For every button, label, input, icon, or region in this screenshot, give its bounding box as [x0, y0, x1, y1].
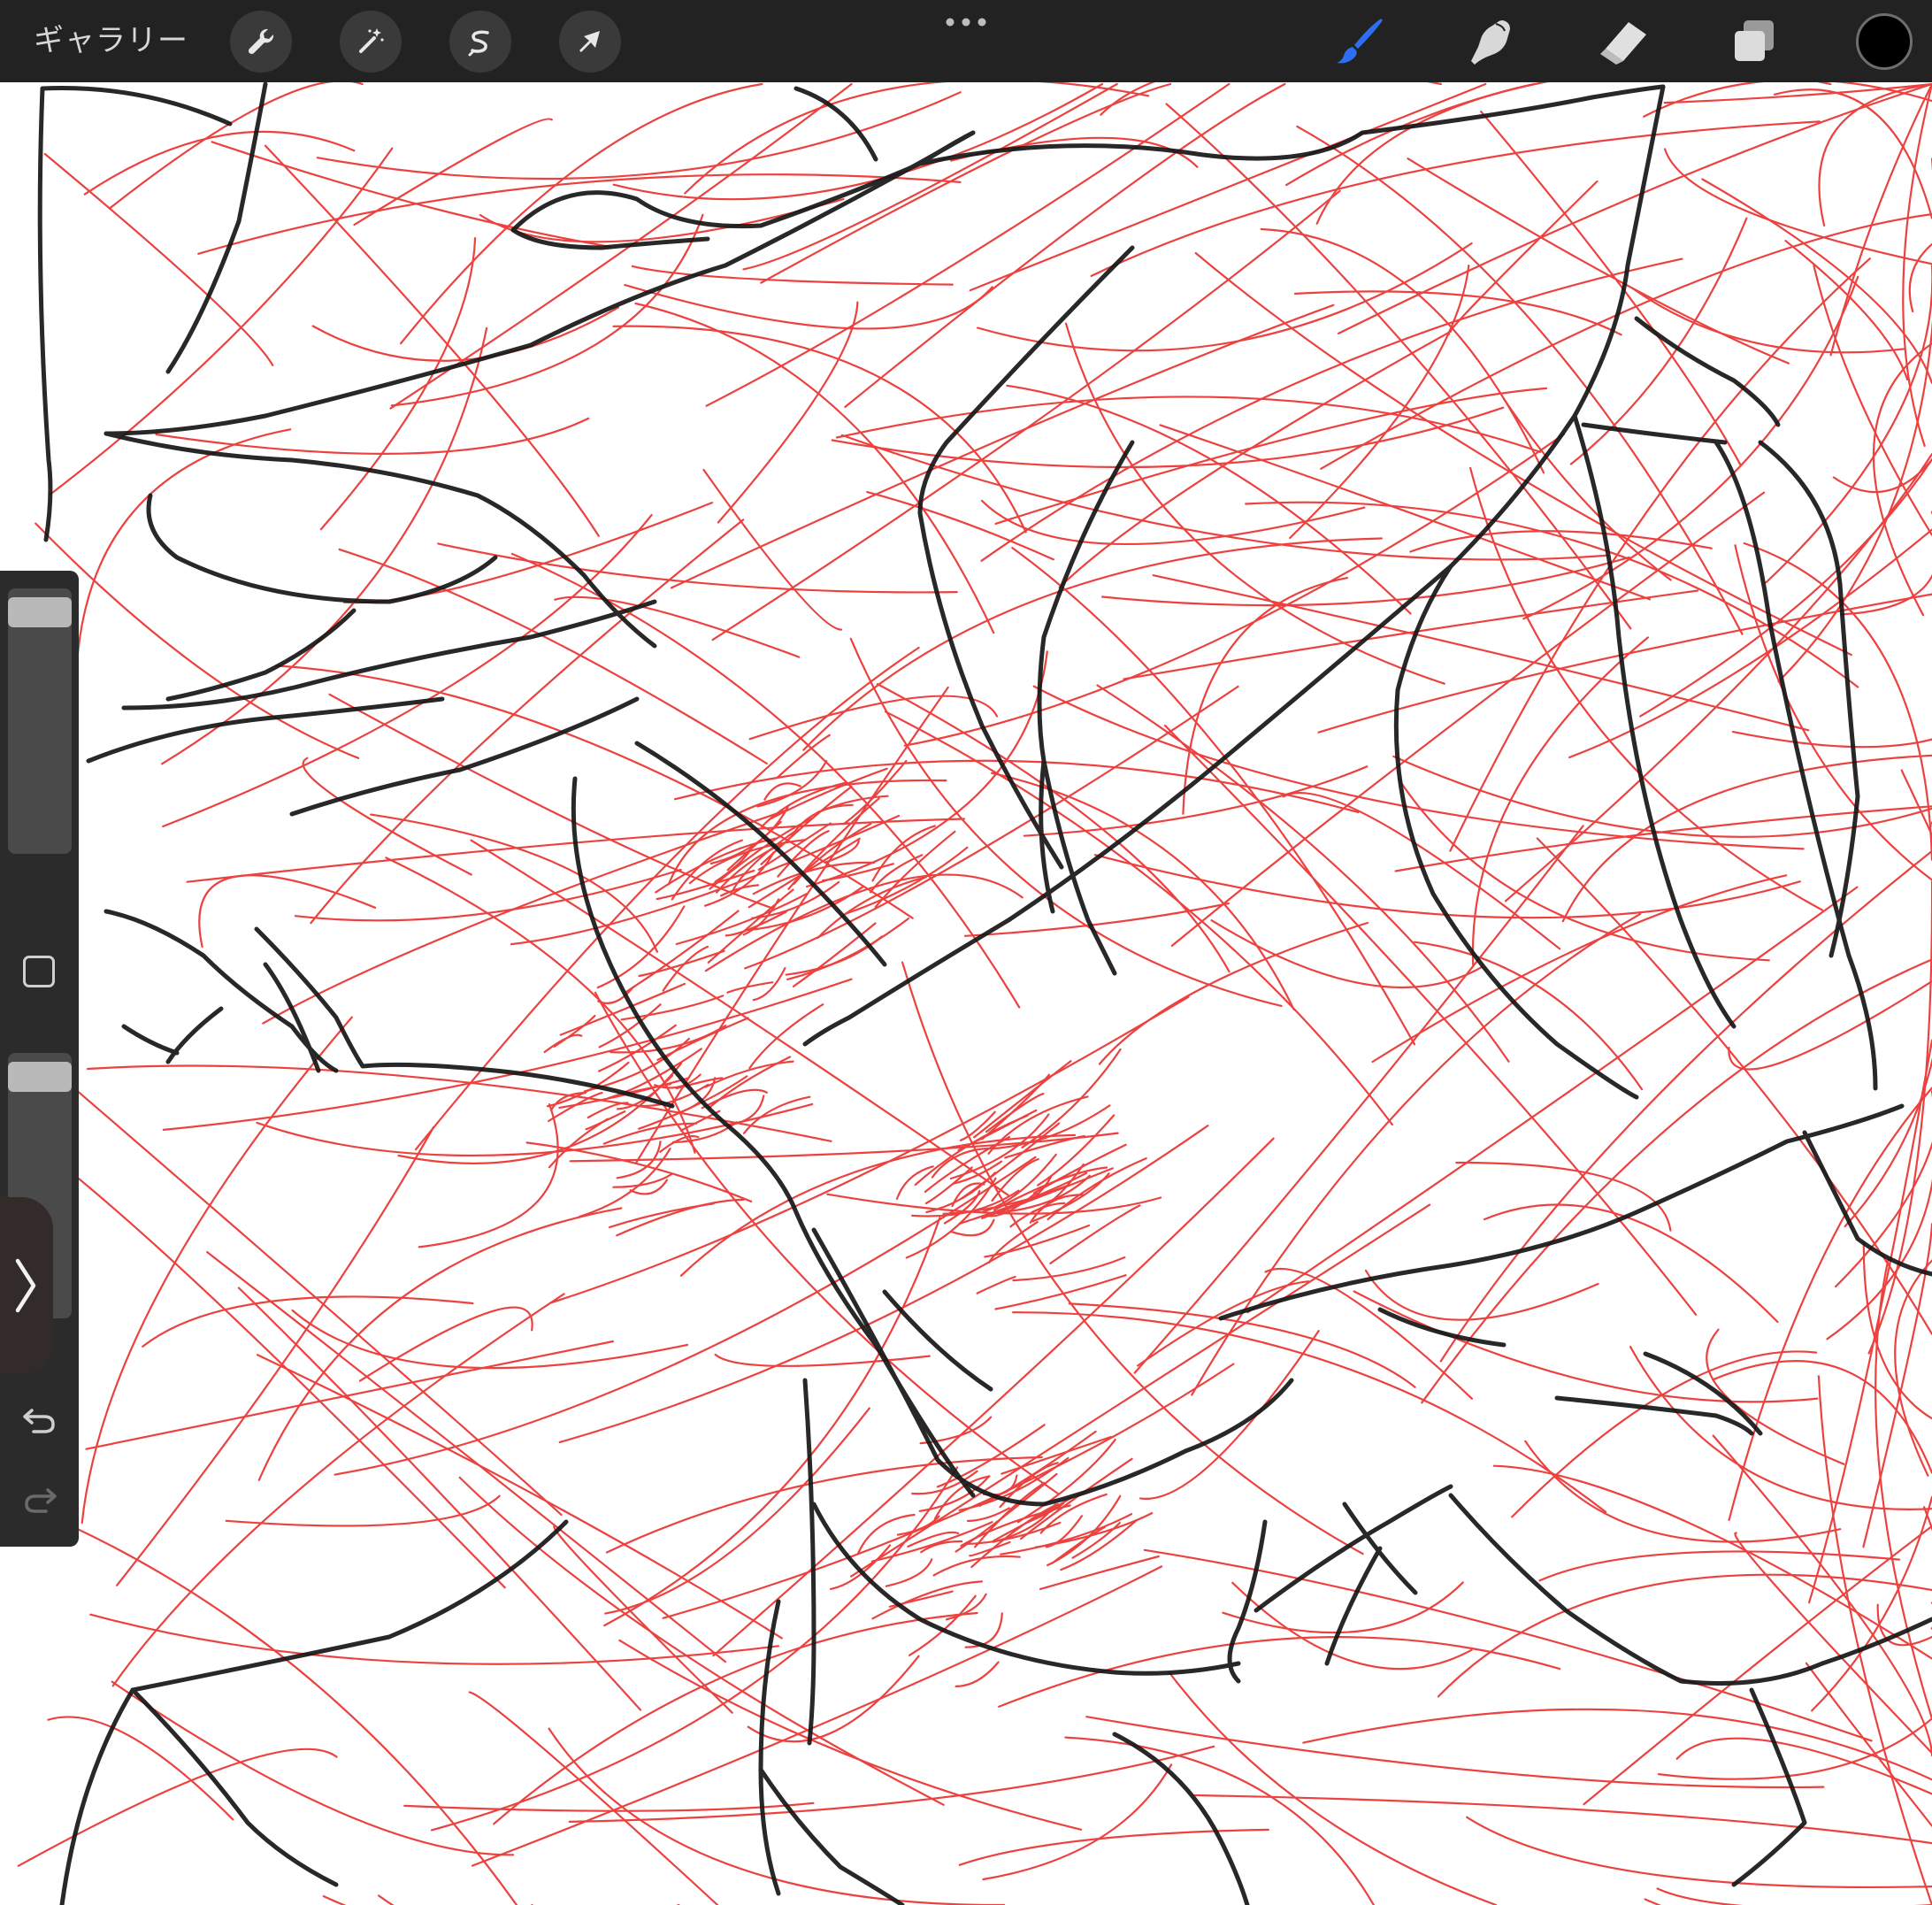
smudge-finger-icon: [1471, 20, 1510, 65]
gallery-button[interactable]: ギャラリー: [34, 19, 188, 62]
brush-opacity-handle[interactable]: [8, 1062, 72, 1092]
eraser-button[interactable]: [1592, 11, 1654, 73]
transform-button[interactable]: [559, 11, 621, 73]
layers-icon: [1735, 20, 1774, 61]
brush-size-slider[interactable]: [8, 588, 72, 854]
undo-icon[interactable]: [19, 1398, 60, 1439]
sidebar-expand-tab[interactable]: [0, 1197, 53, 1374]
more-dots-icon[interactable]: [943, 12, 989, 32]
eraser-icon: [1600, 22, 1646, 65]
selection-button[interactable]: [449, 11, 511, 73]
arrow-cursor-icon: [579, 31, 600, 52]
square-modify-icon[interactable]: [23, 956, 55, 987]
magic-wand-icon: [359, 28, 384, 53]
top-toolbar: ギャラリー: [0, 0, 1932, 82]
redo-icon[interactable]: [19, 1478, 60, 1518]
actions-button[interactable]: [230, 11, 292, 73]
selection-s-icon: [468, 30, 489, 57]
adjustments-button[interactable]: [340, 11, 402, 73]
brush-icon: [1337, 19, 1383, 64]
procreate-app: ギャラリー: [0, 0, 1932, 1905]
drawing-canvas[interactable]: [0, 0, 1932, 1905]
wrench-icon: [248, 28, 274, 55]
brush-size-handle[interactable]: [8, 597, 72, 627]
left-sidebar: [0, 571, 79, 1547]
color-swatch[interactable]: [1856, 13, 1913, 70]
smudge-button[interactable]: [1460, 11, 1522, 73]
brush-button[interactable]: [1329, 11, 1391, 73]
chevron-right-icon: [15, 1258, 36, 1313]
layers-button[interactable]: [1723, 11, 1785, 73]
